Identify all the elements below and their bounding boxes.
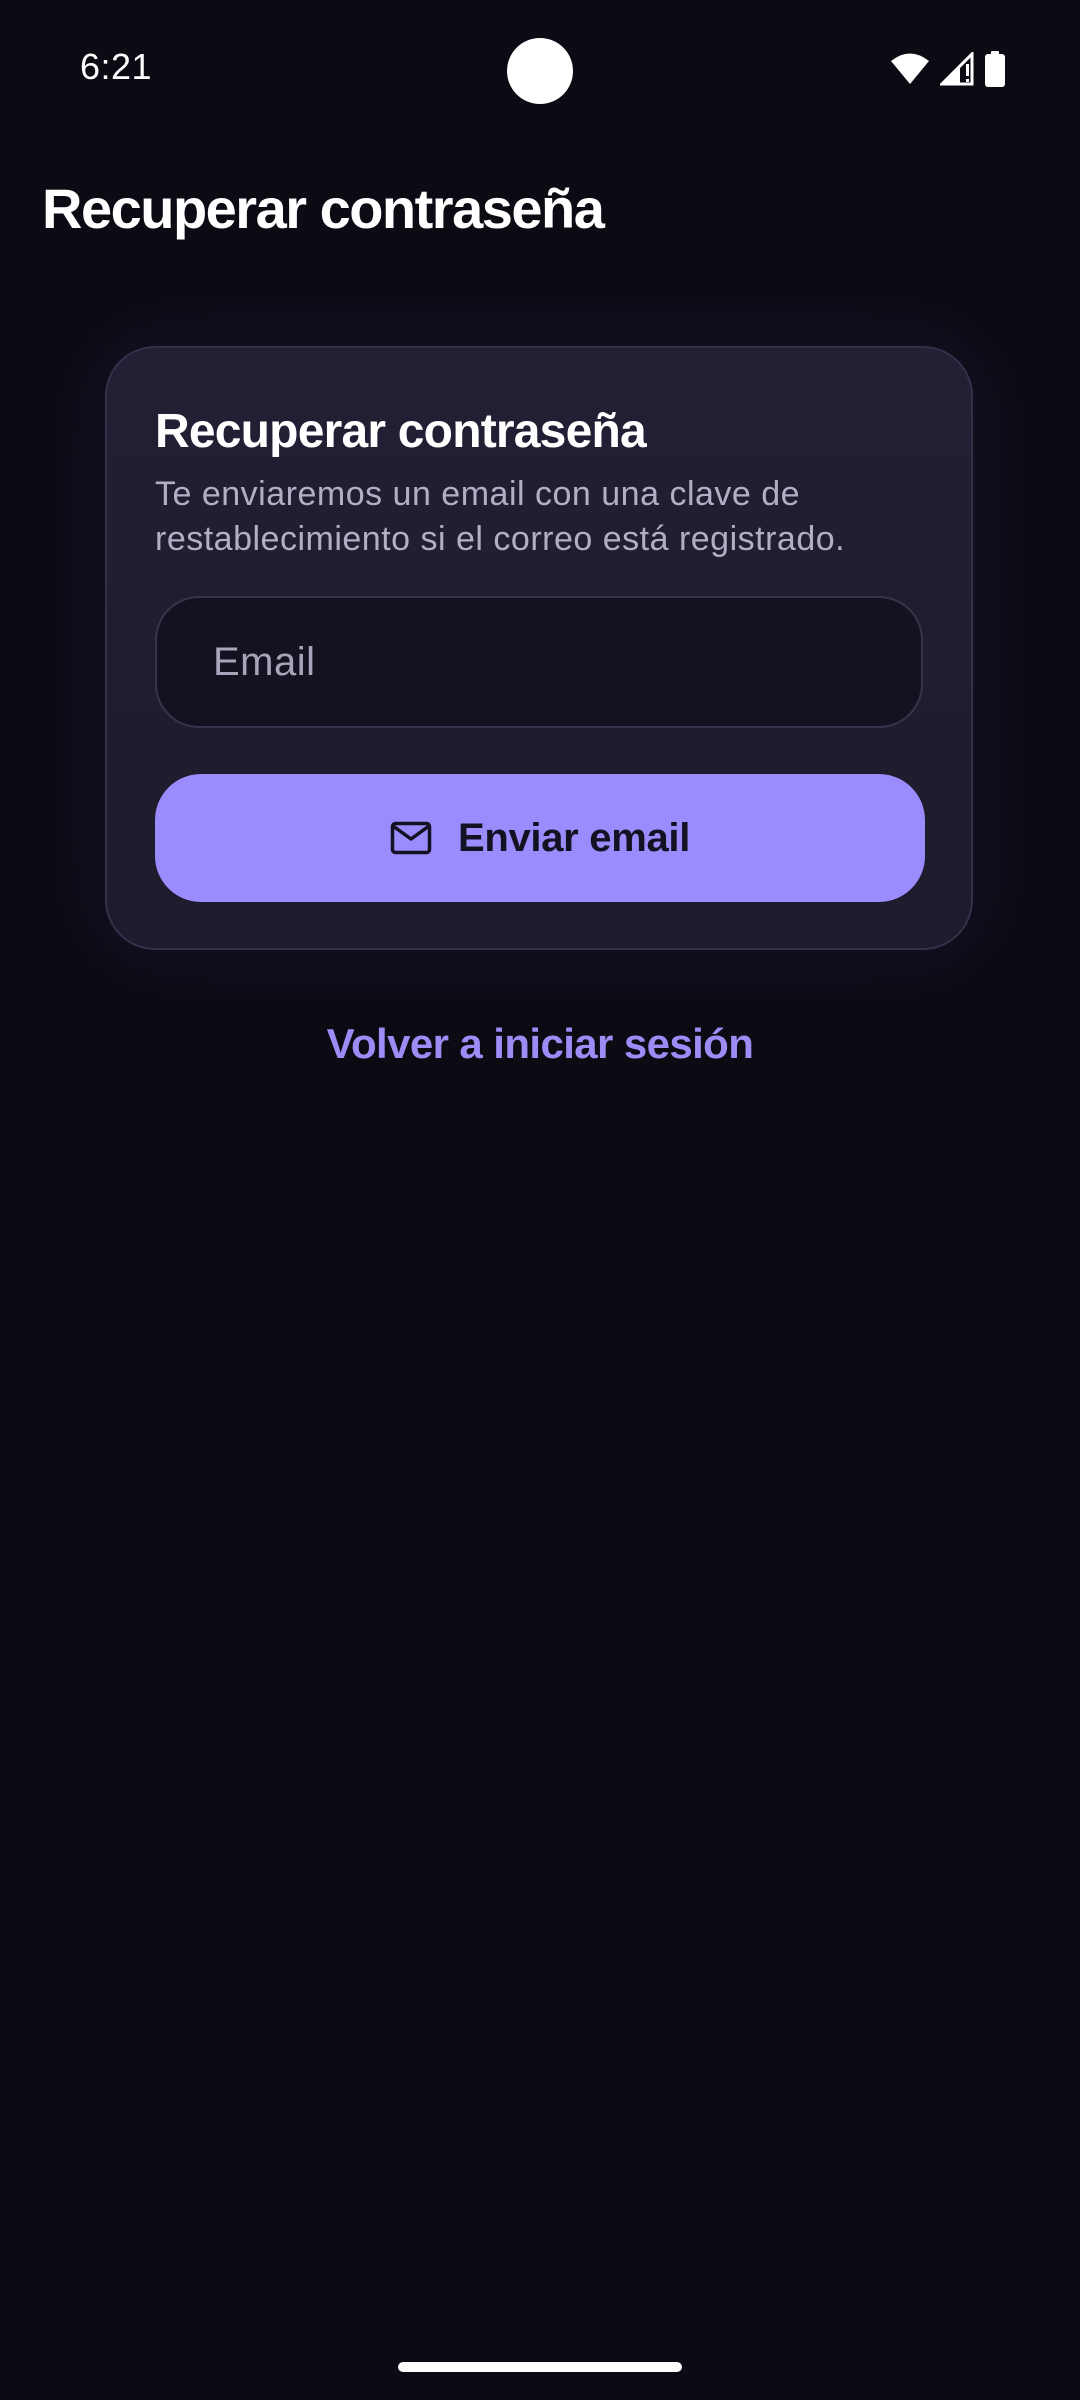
wifi-icon — [890, 52, 930, 86]
card-subtitle: Te enviaremos un email con una clave de … — [155, 475, 846, 558]
email-field[interactable] — [155, 596, 923, 728]
email-input[interactable] — [157, 598, 921, 726]
send-email-button[interactable]: Enviar email — [155, 774, 925, 902]
send-email-label: Enviar email — [457, 815, 691, 860]
cell-signal-icon — [940, 52, 974, 86]
status-bar: 6:21 — [0, 0, 1080, 140]
back-to-login-link[interactable]: Volver a iniciar sesión — [0, 1020, 1080, 1068]
mail-icon — [390, 821, 432, 855]
card-title: Recuperar contraseña — [155, 405, 647, 458]
status-icons — [890, 50, 1006, 88]
app-screen: 6:21 Recuperar contraseña Recuperar cont… — [0, 0, 1080, 2400]
page-title: Recuperar contraseña — [42, 177, 605, 240]
home-indicator[interactable] — [398, 2362, 682, 2372]
status-time: 6:21 — [80, 46, 153, 87]
battery-icon — [984, 51, 1006, 87]
camera-cutout — [507, 38, 573, 104]
recovery-card: Recuperar contraseña Te enviaremos un em… — [105, 346, 973, 950]
